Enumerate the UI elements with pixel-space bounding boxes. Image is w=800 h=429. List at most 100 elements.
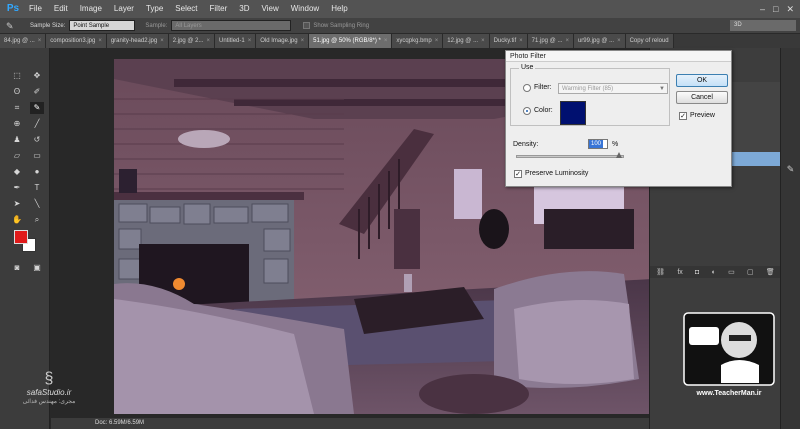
close-tab-icon[interactable]: × (384, 38, 388, 44)
preview-label: Preview (690, 112, 715, 119)
close-tab-icon[interactable]: × (301, 38, 305, 44)
crop-tool-icon[interactable]: ⌗ (10, 102, 24, 114)
tab-doc[interactable]: composition3.jpg × (46, 34, 107, 48)
close-tab-icon[interactable]: × (617, 38, 621, 44)
new-layer-icon[interactable]: ▢ (747, 268, 754, 276)
close-button[interactable]: ✕ (786, 3, 794, 15)
dodge-tool-icon[interactable]: ● (30, 166, 44, 178)
tab-doc[interactable]: 84.jpg @ ... × (0, 34, 47, 48)
lasso-tool-icon[interactable]: ʘ (10, 86, 24, 98)
type-tool-icon[interactable]: T (30, 182, 44, 194)
ok-button[interactable]: OK (676, 74, 728, 87)
hand-tool-icon[interactable]: ✋ (10, 214, 24, 226)
quick-select-icon[interactable]: ✐ (30, 86, 44, 98)
healing-brush-icon[interactable]: ⊕ (10, 118, 24, 130)
screen-mode-icon[interactable]: ▣ (30, 262, 44, 274)
filter-radio[interactable] (523, 84, 531, 92)
brush-tool-icon[interactable]: ╱ (30, 118, 44, 130)
tab-doc[interactable]: Copy of reloud (625, 34, 674, 48)
safa-studio-watermark: § safaStudio.ir مجری: مهندس فدائی (14, 370, 84, 405)
teacherman-url[interactable]: www.TeacherMan.ir (679, 390, 779, 397)
menu-edit[interactable]: Edit (48, 0, 74, 18)
tab-doc-active[interactable]: 51.jpg @ 50% (RGB/8*) * × (309, 34, 393, 48)
tab-doc[interactable]: ur99.jpg @ ... × (573, 34, 626, 48)
menu-select[interactable]: Select (169, 0, 203, 18)
preview-checkbox[interactable]: ✓ (679, 112, 687, 120)
tab-label: xycqpkg.bmp (396, 38, 432, 44)
app-logo: Ps (6, 3, 20, 14)
chevron-down-icon: ▼ (659, 86, 665, 92)
watermark-name: safaStudio.ir (26, 388, 72, 397)
path-select-icon[interactable]: ➤ (10, 198, 24, 210)
density-input[interactable]: 100 (588, 139, 608, 149)
tab-label: 51.jpg @ 50% (RGB/8*) * (313, 38, 381, 44)
fx-icon[interactable]: fx (677, 269, 682, 276)
history-brush-icon[interactable]: ↺ (30, 134, 44, 146)
adjustment-icon[interactable]: ◐ (712, 269, 716, 276)
link-icon[interactable]: ⛓ (656, 268, 665, 276)
eyedropper-icon[interactable]: ✎ (6, 20, 20, 32)
sample-size-select[interactable]: Point Sample (69, 20, 136, 31)
tab-label: 12.jpg @ ... (447, 38, 479, 44)
menu-view[interactable]: View (256, 0, 285, 18)
eyedropper-tool-icon[interactable]: ✎ (30, 102, 44, 114)
tab-label: 84.jpg @ ... (4, 38, 35, 44)
trash-icon[interactable]: 🗑 (766, 268, 775, 276)
minimize-button[interactable]: – (760, 3, 765, 15)
tab-doc[interactable]: Untitled-1 × (215, 34, 257, 48)
blur-tool-icon[interactable]: ◆ (10, 166, 24, 178)
tab-doc[interactable]: 12.jpg @ ... × (443, 34, 490, 48)
filter-color-swatch[interactable] (560, 101, 586, 125)
maximize-button[interactable]: □ (773, 3, 778, 15)
zoom-tool-icon[interactable]: ⌕ (30, 214, 44, 226)
close-tab-icon[interactable]: × (98, 38, 102, 44)
mask-icon[interactable]: ◘ (695, 269, 699, 276)
cancel-button[interactable]: Cancel (676, 91, 728, 104)
tab-doc[interactable]: 71.jpg @ ... × (527, 34, 574, 48)
menu-image[interactable]: Image (74, 0, 108, 18)
pen-tool-icon[interactable]: ✒ (10, 182, 24, 194)
line-tool-icon[interactable]: ╲ (30, 198, 44, 210)
close-tab-icon[interactable]: × (519, 38, 523, 44)
density-slider[interactable] (516, 155, 624, 158)
close-tab-icon[interactable]: × (38, 38, 42, 44)
color-radio[interactable] (523, 107, 531, 115)
close-tab-icon[interactable]: × (565, 38, 569, 44)
menu-type[interactable]: Type (140, 0, 169, 18)
tab-label: Old Image.jpg (260, 38, 298, 44)
menu-3d[interactable]: 3D (233, 0, 255, 18)
close-tab-icon[interactable]: × (481, 38, 485, 44)
use-group-label: Use (519, 64, 536, 71)
tab-label: 2.jpg @ 2... (172, 38, 204, 44)
workspace-select[interactable]: 3D (730, 20, 796, 31)
menu-file[interactable]: File (23, 0, 48, 18)
gradient-tool-icon[interactable]: ▭ (30, 150, 44, 162)
panel-dock: ✎ (780, 48, 800, 429)
menu-layer[interactable]: Layer (108, 0, 140, 18)
foreground-color-swatch[interactable] (14, 230, 28, 244)
filter-select[interactable]: Warming Filter (85) ▼ (558, 83, 668, 94)
menu-window[interactable]: Window (285, 0, 325, 18)
brush-panel-icon[interactable]: ✎ (781, 164, 800, 175)
preserve-luminosity-checkbox[interactable]: ✓ (514, 170, 522, 178)
eraser-tool-icon[interactable]: ▱ (10, 150, 24, 162)
quick-mask-icon[interactable]: ◙ (10, 262, 24, 274)
menu-help[interactable]: Help (325, 0, 353, 18)
tab-doc[interactable]: 2.jpg @ 2... × (168, 34, 216, 48)
folder-icon[interactable]: ▭ (728, 268, 735, 276)
marquee-tool-icon[interactable]: ⬚ (10, 70, 24, 82)
menu-filter[interactable]: Filter (204, 0, 234, 18)
tab-doc[interactable]: Ducky.tif × (489, 34, 528, 48)
close-tab-icon[interactable]: × (435, 38, 439, 44)
clone-stamp-icon[interactable]: ♟ (10, 134, 24, 146)
close-tab-icon[interactable]: × (207, 38, 211, 44)
density-slider-thumb[interactable] (616, 152, 622, 158)
sample-select[interactable]: All Layers (171, 20, 292, 31)
sampling-ring-checkbox[interactable] (303, 22, 311, 29)
tab-doc[interactable]: Old Image.jpg × (256, 34, 310, 48)
close-tab-icon[interactable]: × (160, 38, 164, 44)
tab-doc[interactable]: granity-head2.jpg × (106, 34, 169, 48)
close-tab-icon[interactable]: × (248, 38, 252, 44)
move-tool-icon[interactable]: ✥ (30, 70, 44, 82)
tab-doc[interactable]: xycqpkg.bmp × (392, 34, 444, 48)
